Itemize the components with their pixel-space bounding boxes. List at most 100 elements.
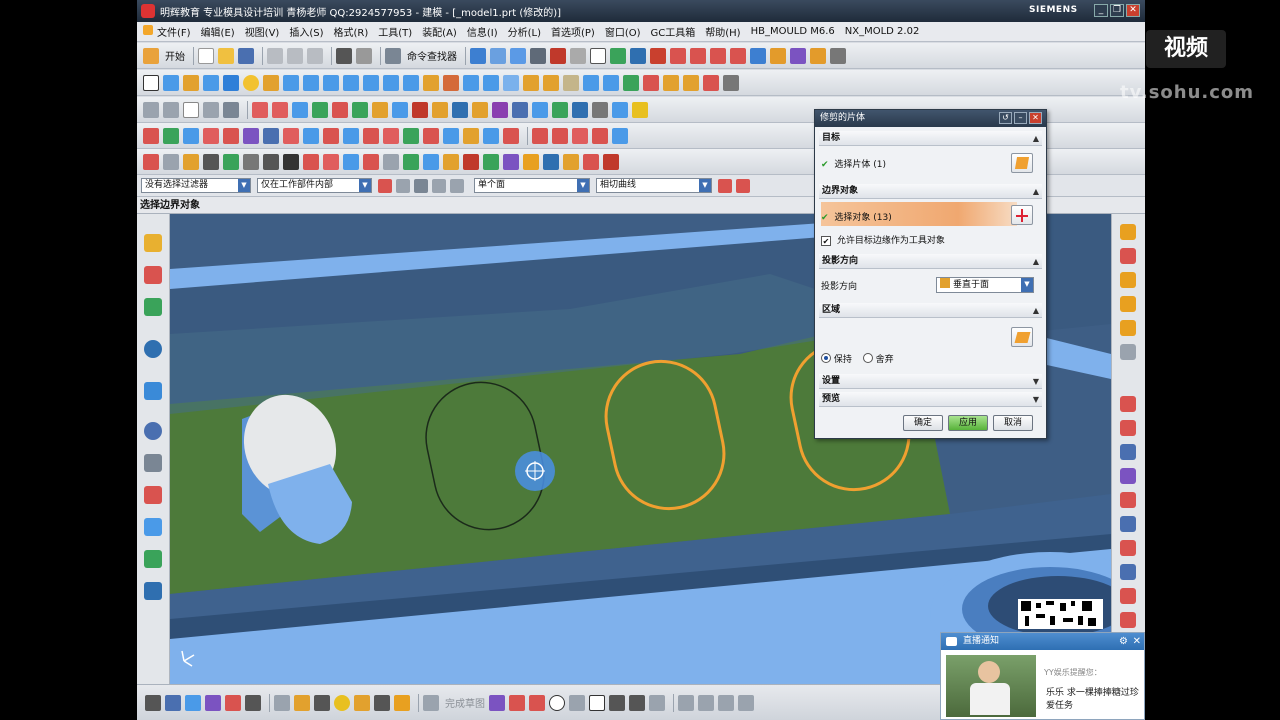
helix-icon[interactable] [243, 127, 259, 144]
bridge-curve-icon[interactable] [283, 127, 299, 144]
sketch-tool-icon[interactable] [374, 694, 390, 711]
split-body-icon[interactable] [503, 74, 519, 91]
offset-face-icon[interactable] [603, 74, 619, 91]
roles-icon[interactable] [144, 550, 162, 568]
sketch-tool-icon[interactable] [294, 694, 310, 711]
through-curve-mesh-icon[interactable] [272, 101, 288, 118]
hourglass-icon[interactable] [632, 101, 648, 118]
thread-icon[interactable] [403, 74, 419, 91]
mold-wizard-icon[interactable] [1120, 612, 1136, 628]
mold-tool-icon[interactable] [543, 153, 559, 170]
web-browser-icon[interactable] [144, 382, 162, 400]
mold-tool-icon[interactable] [403, 153, 419, 170]
notification-avatar[interactable] [946, 655, 1036, 717]
mold-wizard-icon[interactable] [1120, 492, 1136, 508]
delete-face-icon[interactable] [683, 74, 699, 91]
mold-wizard-icon[interactable] [1120, 540, 1136, 556]
edit-parameter-icon[interactable] [552, 127, 568, 144]
unite-icon[interactable] [423, 74, 439, 91]
wcs-icon[interactable] [630, 47, 646, 64]
menu-format[interactable]: 格式(R) [329, 24, 374, 39]
edit-curve-icon[interactable] [532, 127, 548, 144]
mold-tool-icon[interactable] [503, 153, 519, 170]
deselect-icon[interactable] [396, 178, 410, 193]
mold-tool-icon[interactable] [203, 153, 219, 170]
block-icon[interactable] [223, 74, 239, 91]
stop-at-intersection-icon[interactable] [718, 178, 732, 193]
menu-nx-mold[interactable]: NX_MOLD 2.02 [840, 26, 925, 37]
extrude-icon[interactable] [163, 74, 179, 91]
rotate-view-icon[interactable] [490, 47, 506, 64]
table-icon[interactable] [512, 101, 528, 118]
spline-icon[interactable] [223, 127, 239, 144]
extension-icon[interactable] [392, 101, 408, 118]
shell-icon[interactable] [563, 74, 579, 91]
snap-intersection-icon[interactable] [730, 47, 746, 64]
mold-wizard-icon[interactable] [1120, 564, 1136, 580]
assembly-navigator-icon[interactable] [144, 234, 162, 252]
snap-quadrant-icon[interactable] [770, 47, 786, 64]
trim-body-icon[interactable] [483, 74, 499, 91]
revolve-icon[interactable] [183, 74, 199, 91]
replace-face-icon[interactable] [703, 74, 719, 91]
menu-tools[interactable]: 工具(T) [373, 24, 417, 39]
eye-icon[interactable] [414, 178, 428, 193]
surface-tool-icon[interactable] [203, 101, 219, 118]
close-button[interactable]: ✕ [1126, 4, 1140, 17]
mold-tool-icon[interactable] [163, 153, 179, 170]
arc-icon[interactable] [203, 127, 219, 144]
allow-target-edges-row[interactable]: ✔ 允许目标边缘作为工具对象 [821, 233, 945, 246]
sketch-tool-icon[interactable] [245, 694, 261, 711]
trim-sheet-icon[interactable] [432, 101, 448, 118]
mold-wizard-icon[interactable] [1120, 444, 1136, 460]
settings-icon[interactable]: ⚙ [1119, 633, 1128, 650]
start-button[interactable]: 开始 [165, 48, 185, 63]
delete-icon[interactable] [423, 127, 439, 144]
measure-icon[interactable] [492, 101, 508, 118]
save-icon[interactable] [238, 47, 254, 64]
mold-tool-icon[interactable] [363, 153, 379, 170]
surface-tool-icon[interactable] [223, 101, 239, 118]
snap-point-icon[interactable] [650, 47, 666, 64]
select-region-icon[interactable] [1011, 327, 1033, 347]
sketch-tool-icon[interactable] [165, 694, 181, 711]
dialog-close-button[interactable]: ✕ [1029, 112, 1042, 124]
snap-midpoint-icon[interactable] [690, 47, 706, 64]
show-icon[interactable] [503, 127, 519, 144]
mold-tool-icon[interactable] [603, 153, 619, 170]
mold-wizard-icon[interactable] [1120, 420, 1136, 436]
manufacturing-wizard-icon[interactable] [144, 518, 162, 536]
projection-direction-select[interactable]: 垂直于面 ▼ [936, 277, 1034, 293]
constraint-icon[interactable] [718, 694, 734, 711]
polygon-icon[interactable] [649, 694, 665, 711]
move-face-icon[interactable] [663, 74, 679, 91]
lasso-icon[interactable] [450, 178, 464, 193]
render-style-icon[interactable] [530, 47, 546, 64]
mold-tool-icon[interactable] [263, 153, 279, 170]
project-curve-icon[interactable] [303, 127, 319, 144]
surface-tool-icon[interactable] [163, 101, 179, 118]
extract-curve-icon[interactable] [343, 127, 359, 144]
line-icon[interactable] [183, 127, 199, 144]
mold-tool-icon[interactable] [383, 153, 399, 170]
constraint-navigator-icon[interactable] [144, 266, 162, 284]
constraint-icon[interactable] [678, 694, 694, 711]
minimize-button[interactable]: _ [1094, 4, 1108, 17]
datum-csys-icon[interactable] [163, 127, 179, 144]
menu-assembly[interactable]: 装配(A) [417, 24, 462, 39]
offset-surface-icon[interactable] [372, 101, 388, 118]
mirror-icon[interactable] [643, 74, 659, 91]
measure-angle-icon[interactable] [830, 47, 846, 64]
profile-icon[interactable] [489, 694, 505, 711]
analysis-icon[interactable] [552, 101, 568, 118]
finish-sketch-button[interactable]: 完成草图 [445, 695, 485, 710]
mold-wizard-icon[interactable] [1120, 248, 1136, 264]
datum-plane-icon[interactable] [723, 74, 739, 91]
shaded-edges-icon[interactable] [550, 47, 566, 64]
subtract-icon[interactable] [443, 74, 459, 91]
mold-tool-icon[interactable] [563, 153, 579, 170]
section-target[interactable]: 目标 ▲ [819, 131, 1042, 146]
mold-tool-icon[interactable] [143, 153, 159, 170]
divide-curve-icon[interactable] [383, 127, 399, 144]
sew-icon[interactable] [412, 101, 428, 118]
